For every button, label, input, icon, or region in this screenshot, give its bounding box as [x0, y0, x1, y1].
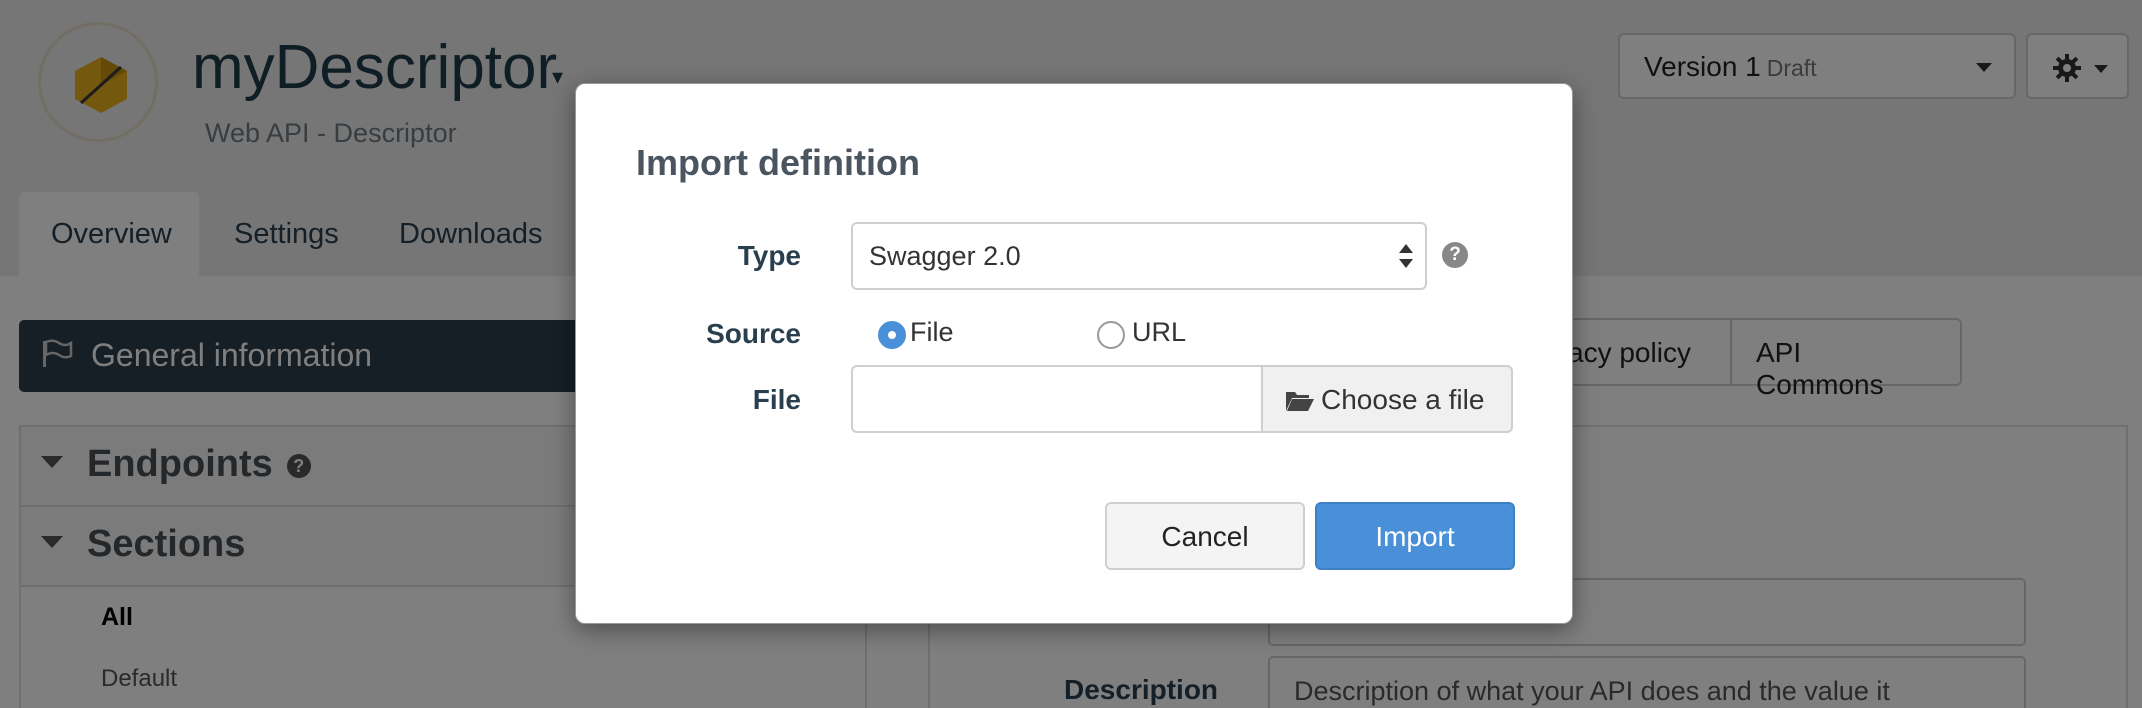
type-select[interactable]: Swagger 2.0 — [851, 222, 1427, 290]
source-label: Source — [706, 318, 801, 349]
choose-file-label: Choose a file — [1321, 384, 1485, 415]
source-file-label[interactable]: File — [910, 317, 954, 348]
file-path-input[interactable] — [851, 365, 1263, 433]
select-arrows-icon — [1399, 244, 1413, 270]
cancel-button[interactable]: Cancel — [1105, 502, 1305, 570]
source-file-radio[interactable] — [878, 321, 906, 349]
type-label: Type — [737, 240, 801, 271]
folder-open-icon — [1286, 392, 1314, 411]
dialog-title: Import definition — [636, 142, 920, 183]
choose-file-button[interactable]: Choose a file — [1261, 365, 1513, 433]
import-definition-dialog: Import definition Type Swagger 2.0 ? Sou… — [575, 83, 1573, 624]
type-select-value: Swagger 2.0 — [869, 241, 1021, 271]
import-button[interactable]: Import — [1315, 502, 1515, 570]
source-url-radio[interactable] — [1097, 321, 1125, 349]
file-label: File — [752, 384, 801, 415]
help-icon[interactable]: ? — [1442, 242, 1468, 268]
source-url-label[interactable]: URL — [1132, 317, 1186, 348]
